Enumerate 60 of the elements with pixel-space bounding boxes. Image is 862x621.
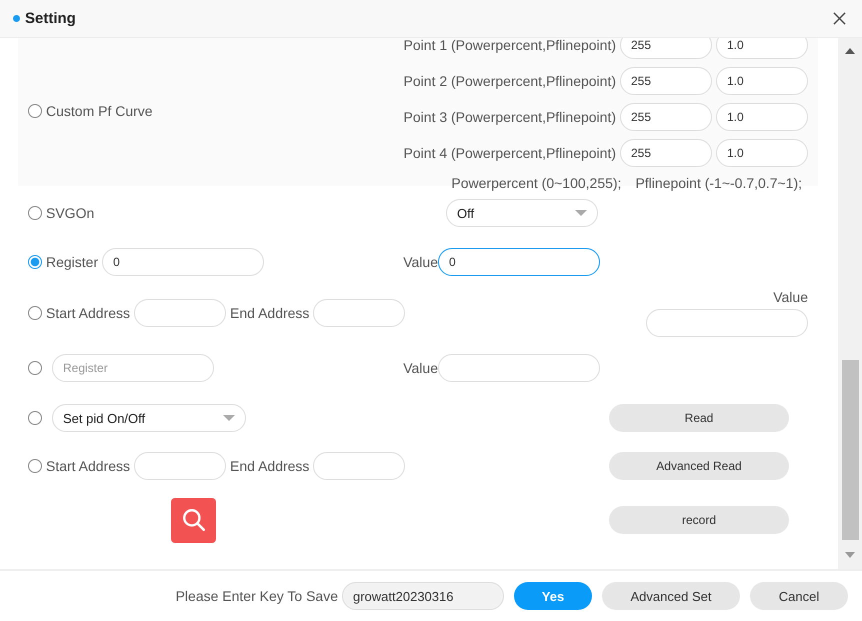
action-button[interactable]: Read [609, 404, 789, 432]
point-label: Point 4 (Powerpercent,Pflinepoint) [404, 145, 616, 161]
range-hint: Powerpercent (0~100,255); [451, 175, 622, 191]
pid-select[interactable]: Set pid On/Off [52, 404, 246, 432]
radio-button[interactable] [28, 104, 42, 118]
range-hint: Pflinepoint (-1~-0.7,0.7~1); [635, 175, 802, 191]
end-address-label: End Address [230, 305, 310, 321]
close-icon[interactable] [833, 12, 846, 25]
radio-button[interactable] [28, 411, 42, 425]
pf-field[interactable]: 1.0 [716, 38, 808, 59]
end-address-label: End Address [230, 458, 310, 474]
register-field[interactable]: Register [52, 354, 214, 382]
key-field[interactable]: growatt20230316 [342, 582, 504, 610]
option-label: Register [46, 254, 98, 270]
value-field[interactable]: 0 [438, 248, 600, 276]
power-field[interactable]: 255 [620, 139, 712, 167]
option-label: Custom Pf Curve [46, 103, 153, 119]
point-label: Point 2 (Powerpercent,Pflinepoint) [404, 73, 616, 89]
register-field[interactable]: 0 [102, 248, 264, 276]
pf-field[interactable]: 1.0 [716, 139, 808, 167]
end-address-field[interactable] [313, 299, 406, 327]
footer-button[interactable]: Cancel [750, 582, 848, 610]
scroll-down-icon[interactable] [845, 552, 855, 558]
point-label: Point 3 (Powerpercent,Pflinepoint) [404, 109, 616, 125]
scroll-up-icon[interactable] [845, 48, 855, 54]
radio-button[interactable] [28, 306, 42, 320]
footer-button[interactable]: Advanced Set [602, 582, 740, 610]
start-address-field[interactable] [134, 299, 226, 327]
power-field[interactable]: 255 [620, 103, 712, 131]
status-dot-icon [13, 15, 20, 22]
option-label: Start Address [46, 458, 130, 474]
value-field[interactable] [646, 309, 808, 337]
power-field[interactable]: 255 [620, 67, 712, 95]
scroll-thumb[interactable] [842, 360, 858, 540]
pf-field[interactable]: 1.0 [716, 103, 808, 131]
caret-icon [575, 210, 587, 216]
option-label: SVGOn [46, 205, 94, 221]
point-label: Point 1 (Powerpercent,Pflinepoint) [404, 38, 616, 53]
action-button[interactable]: record [609, 506, 789, 534]
pf-field[interactable]: 1.0 [716, 67, 808, 95]
window-title: Setting [25, 10, 76, 27]
option-label: Start Address [46, 305, 130, 321]
scrollbar[interactable] [838, 38, 862, 569]
radio-button[interactable] [28, 206, 42, 220]
value-label: Value [403, 360, 438, 376]
svg-select[interactable]: Off [446, 199, 598, 227]
power-field[interactable]: 255 [620, 38, 712, 59]
start-address-field[interactable] [134, 452, 226, 480]
value-field[interactable] [438, 354, 600, 382]
radio-button[interactable] [28, 255, 42, 269]
search-button[interactable] [171, 498, 216, 542]
radio-button[interactable] [28, 459, 42, 473]
radio-button[interactable] [28, 361, 42, 375]
end-address-field[interactable] [313, 452, 406, 480]
search-icon [180, 507, 206, 533]
caret-icon [223, 415, 235, 421]
action-button[interactable]: Advanced Read [609, 452, 789, 480]
value-label: Value [403, 254, 438, 270]
value-label: Value [773, 289, 808, 305]
key-label: Please Enter Key To Save [176, 588, 338, 604]
